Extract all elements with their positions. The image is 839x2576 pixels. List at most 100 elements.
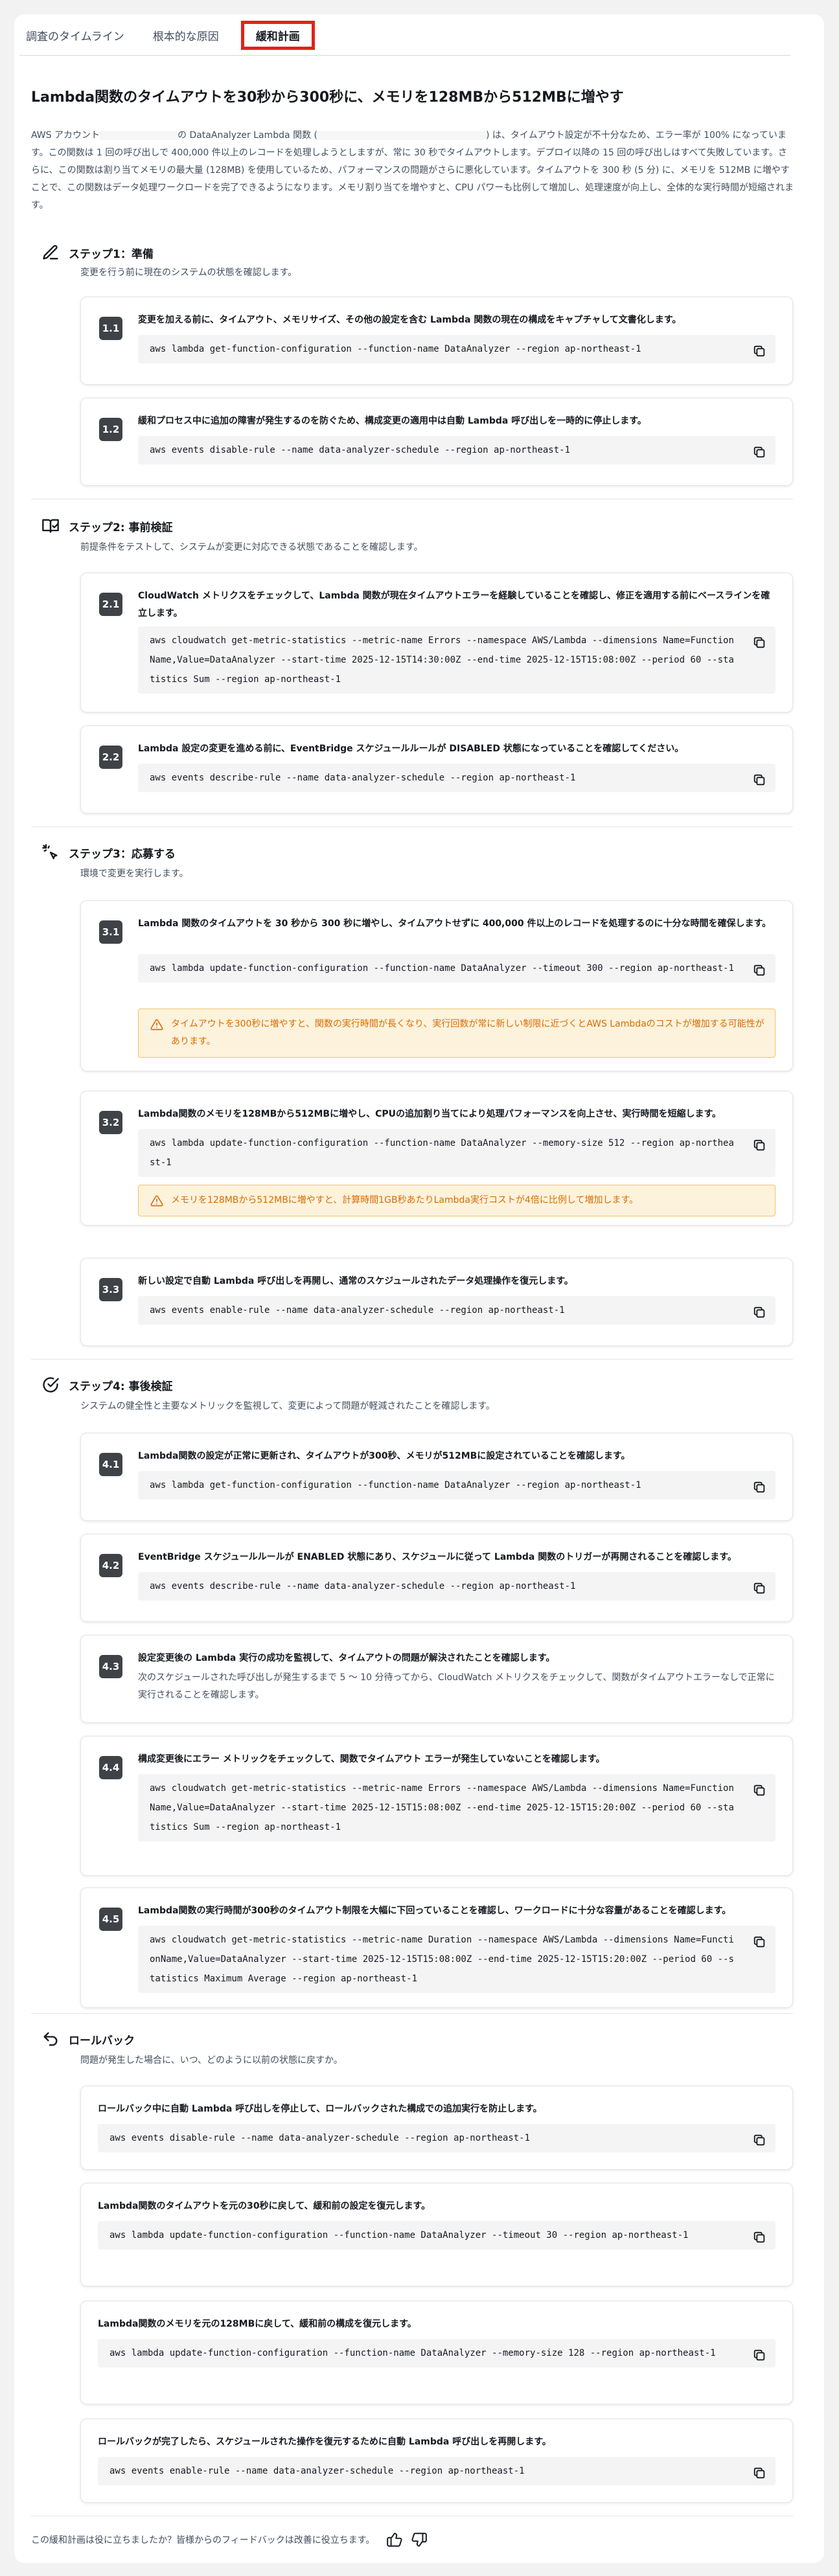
code-block: aws lambda update-function-configuration… [98, 2339, 776, 2367]
code-block: aws events disable-rule --name data-anal… [138, 436, 776, 464]
code-command: aws cloudwatch get-metric-statistics --m… [150, 635, 734, 685]
code-command: aws events disable-rule --name data-anal… [150, 445, 571, 455]
code-block: aws events enable-rule --name data-analy… [98, 2457, 776, 2485]
step-text: 変更を加える前に、タイムアウト、メモリサイズ、その他の設定を含む Lambda … [138, 315, 682, 325]
warning-icon [150, 1195, 163, 1207]
step-number: 3.1 [99, 920, 122, 944]
code-command: aws events enable-rule --name data-analy… [150, 1305, 565, 1316]
step-card-4-4: 4.4 構成変更後にエラー メトリックをチェックして、関数でタイムアウト エラー… [80, 1736, 793, 1876]
code-block: aws events disable-rule --name data-anal… [98, 2124, 776, 2152]
copy-icon[interactable] [752, 344, 766, 358]
step-card-2-2: 2.2 Lambda 設定の変更を進める前に、EventBridge スケジュー… [80, 725, 793, 814]
code-command: aws events enable-rule --name data-analy… [109, 2466, 525, 2476]
pencil-icon [39, 241, 62, 264]
copy-icon[interactable] [752, 2230, 766, 2244]
step-text: Lambda関数の実行時間が300秒のタイムアウト制限を大幅に下回っていることを… [138, 1906, 731, 1916]
copy-icon[interactable] [752, 1783, 766, 1797]
code-block: aws events describe-rule --name data-ana… [138, 1572, 776, 1601]
code-block: aws events describe-rule --name data-ana… [138, 764, 776, 792]
step-card-2-1: 2.1 CloudWatch メトリクスをチェックして、Lambda 関数が現在… [80, 573, 793, 712]
copy-icon[interactable] [752, 1138, 766, 1152]
copy-icon[interactable] [752, 1305, 766, 1319]
warning-text: メモリを128MBから512MBに増やすと、計算時間1GB秒あたりLambda実… [171, 1195, 639, 1205]
page-title: Lambda関数のタイムアウトを30秒から300秒に、メモリを128MBから51… [31, 89, 624, 106]
step-card-4-1: 4.1 Lambda関数の設定が正常に更新され、タイムアウトが300秒、メモリが… [80, 1433, 793, 1521]
copy-icon[interactable] [752, 1935, 766, 1949]
rollback-card-4: ロールバックが完了したら、スケジュールされた操作を復元するために自動 Lambd… [80, 2419, 793, 2503]
code-command: aws events disable-rule --name data-anal… [109, 2133, 531, 2143]
copy-icon[interactable] [752, 1480, 766, 1494]
code-block: aws cloudwatch get-metric-statistics --m… [138, 1926, 776, 1993]
code-block: aws lambda update-function-configuration… [138, 1129, 776, 1177]
copy-icon[interactable] [752, 445, 766, 459]
code-command: aws events describe-rule --name data-ana… [150, 773, 576, 783]
copy-icon[interactable] [752, 635, 766, 650]
step1-title: ステップ1：準備 [69, 247, 154, 261]
step4-desc: システムの健全性と主要なメトリックを監視して、変更によって問題が軽減されたことを… [80, 1401, 495, 1411]
tab-investigation-timeline[interactable]: 調査のタイムライン [19, 21, 131, 50]
intro-text: AWS アカウント の DataAnalyzer Lambda 関数 () は、タ… [31, 127, 794, 214]
copy-icon[interactable] [752, 2133, 766, 2147]
step-text: Lambda関数のメモリを128MBから512MBに増やし、CPUの追加割り当て… [138, 1109, 722, 1119]
code-command: aws lambda update-function-configuration… [109, 2230, 689, 2240]
code-command: aws cloudwatch get-metric-statistics --m… [150, 1783, 734, 1832]
copy-icon[interactable] [752, 773, 766, 787]
step4-title: ステップ4: 事後検証 [69, 1380, 173, 1393]
thumbs-down-icon[interactable] [411, 2531, 428, 2548]
rollback-text: ロールバック中に自動 Lambda 呼び出しを停止して、ロールバックされた構成で… [98, 2104, 542, 2114]
section-divider [31, 1359, 793, 1360]
step3-title: ステップ3：応募する [69, 847, 176, 861]
warning-icon [150, 1019, 163, 1031]
step-number: 4.1 [99, 1453, 122, 1476]
code-command: aws lambda update-function-configuration… [109, 2348, 716, 2358]
code-block: aws cloudwatch get-metric-statistics --m… [138, 1774, 776, 1841]
code-block: aws lambda update-function-configuration… [98, 2221, 776, 2250]
code-command: aws lambda update-function-configuration… [150, 1138, 734, 1168]
code-command: aws cloudwatch get-metric-statistics --m… [150, 1935, 734, 1984]
step-text: 構成変更後にエラー メトリックをチェックして、関数でタイムアウト エラーが発生し… [138, 1754, 605, 1764]
code-command: aws events describe-rule --name data-ana… [150, 1581, 576, 1591]
step3-header: ステップ3：応募する [31, 841, 176, 864]
code-command: aws lambda get-function-configuration --… [150, 344, 641, 354]
tab-mitigation-plan[interactable]: 緩和計画 [240, 21, 315, 50]
intro-part-2: の DataAnalyzer Lambda 関数 ( [178, 130, 317, 141]
step2-header: ステップ2: 事前検証 [31, 514, 173, 538]
code-command: aws lambda update-function-configuration… [150, 963, 734, 974]
copy-icon[interactable] [752, 963, 766, 977]
copy-icon[interactable] [752, 2466, 766, 2480]
step-card-1-1: 1.1 変更を加える前に、タイムアウト、メモリサイズ、その他の設定を含む Lam… [80, 297, 793, 385]
intro-part-1: AWS アカウント [31, 130, 100, 141]
code-block: aws cloudwatch get-metric-statistics --m… [138, 626, 776, 694]
rollback-text: Lambda関数のタイムアウトを元の30秒に戻して、緩和前の設定を復元します。 [98, 2201, 431, 2211]
section-divider [31, 2013, 793, 2014]
step1-header: ステップ1：準備 [31, 241, 154, 264]
step-number: 4.5 [99, 1908, 122, 1931]
step-text: Lambda関数の設定が正常に更新され、タイムアウトが300秒、メモリが512M… [138, 1451, 630, 1461]
step-card-4-2: 4.2 EventBridge スケジュールルールが ENABLED 状態にあり… [80, 1534, 793, 1622]
step2-title: ステップ2: 事前検証 [69, 521, 173, 534]
step4-header: ステップ4: 事後検証 [31, 1373, 173, 1396]
step-card-3-3: 3.3 新しい設定で自動 Lambda 呼び出しを再開し、通常のスケジュールされ… [80, 1258, 793, 1346]
copy-icon[interactable] [752, 2348, 766, 2362]
code-command: aws lambda get-function-configuration --… [150, 1480, 641, 1490]
rollback-title: ロールバック [69, 2034, 135, 2047]
warning-text: タイムアウトを300秒に増やすと、関数の実行時間が長くなり、実行回数が常に新しい… [171, 1019, 764, 1047]
copy-icon[interactable] [752, 1581, 766, 1595]
step-card-4-5: 4.5 Lambda関数の実行時間が300秒のタイムアウト制限を大幅に下回ってい… [80, 1887, 793, 2008]
rollback-text: Lambda関数のメモリを元の128MBに戻して、緩和前の構成を復元します。 [98, 2319, 417, 2329]
code-block: aws lambda update-function-configuration… [138, 954, 776, 983]
thumbs-up-icon[interactable] [386, 2531, 403, 2548]
code-block: aws events enable-rule --name data-analy… [138, 1296, 776, 1325]
code-block: aws lambda get-function-configuration --… [138, 335, 776, 363]
redacted-account [100, 131, 178, 140]
step-text: CloudWatch メトリクスをチェックして、Lambda 関数が現在タイムア… [138, 591, 770, 619]
step-number: 4.3 [99, 1655, 122, 1678]
step-card-4-3: 4.3 設定変更後の Lambda 実行の成功を監視して、タイムアウトの問題が解… [80, 1635, 793, 1723]
step-text: EventBridge スケジュールルールが ENABLED 状態にあり、スケジ… [138, 1552, 737, 1562]
rollback-text: ロールバックが完了したら、スケジュールされた操作を復元するために自動 Lambd… [98, 2437, 551, 2447]
rollback-card-3: Lambda関数のメモリを元の128MBに戻して、緩和前の構成を復元します。 a… [80, 2301, 793, 2404]
check-circle-icon [39, 1373, 62, 1396]
rollback-header: ロールバック [31, 2027, 135, 2051]
tab-root-cause[interactable]: 根本的な原因 [146, 21, 225, 50]
step-text: 緩和プロセス中に追加の障害が発生するのを防ぐため、構成変更の適用中は自動 Lam… [138, 416, 647, 426]
